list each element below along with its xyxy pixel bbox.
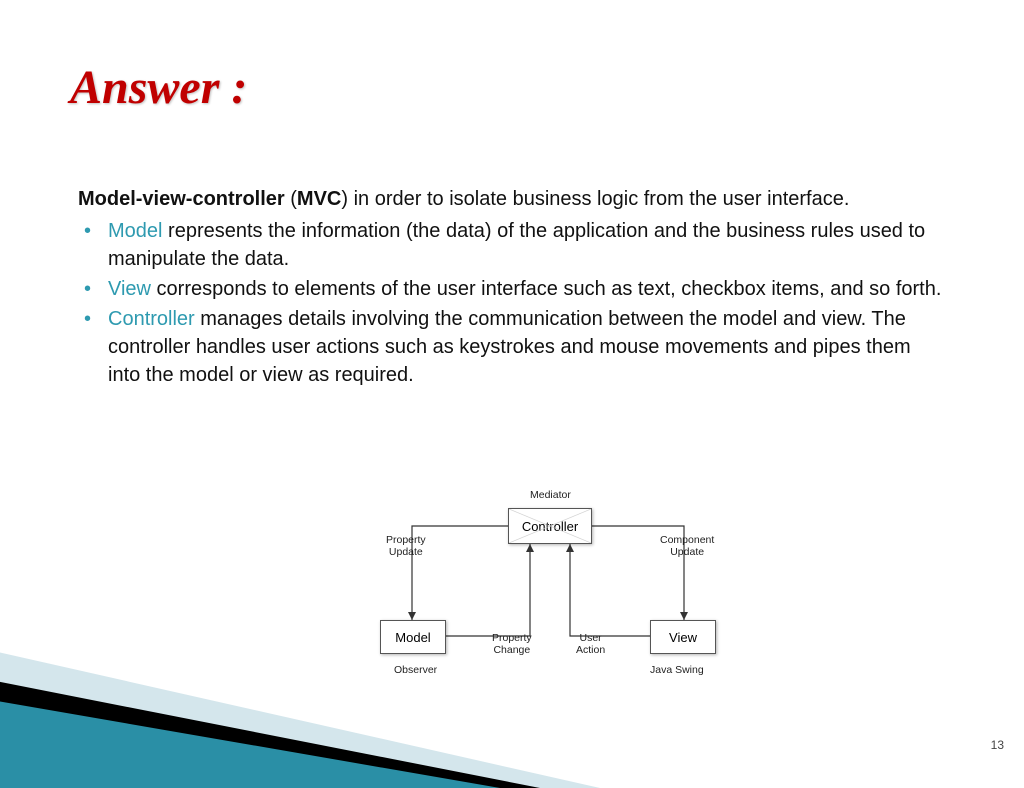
mvc-diagram: Controller Model View Mediator PropertyU… [350, 490, 750, 690]
box-view: View [650, 620, 716, 654]
label-prop-update: PropertyUpdate [386, 535, 426, 558]
label-prop-change: PropertyChange [492, 633, 532, 656]
slide-body: Model-view-controller (MVC) in order to … [78, 185, 946, 391]
intro-mid: ( [285, 188, 297, 210]
bullet-model: Model represents the information (the da… [108, 217, 946, 273]
bullet-list: Model represents the information (the da… [78, 217, 946, 389]
slide-title: Answer : [70, 60, 247, 115]
text-controller: manages details involving the communicat… [108, 308, 911, 386]
text-model: represents the information (the data) of… [108, 220, 925, 270]
label-mediator: Mediator [530, 490, 571, 502]
label-user-action: UserAction [576, 633, 605, 656]
intro-bold2: MVC [297, 188, 341, 210]
bullet-controller: Controller manages details involving the… [108, 305, 946, 389]
label-observer: Observer [394, 665, 437, 677]
term-view: View [108, 278, 151, 300]
text-view: corresponds to elements of the user inte… [151, 278, 941, 300]
label-comp-update: ComponentUpdate [660, 535, 714, 558]
label-java-swing: Java Swing [650, 665, 704, 677]
term-controller: Controller [108, 308, 195, 330]
box-model: Model [380, 620, 446, 654]
page-number: 13 [991, 738, 1004, 752]
intro-paragraph: Model-view-controller (MVC) in order to … [78, 185, 946, 213]
intro-bold1: Model-view-controller [78, 188, 285, 210]
box-controller: Controller [508, 508, 592, 544]
bullet-view: View corresponds to elements of the user… [108, 275, 946, 303]
intro-rest: ) in order to isolate business logic fro… [341, 188, 849, 210]
term-model: Model [108, 220, 162, 242]
